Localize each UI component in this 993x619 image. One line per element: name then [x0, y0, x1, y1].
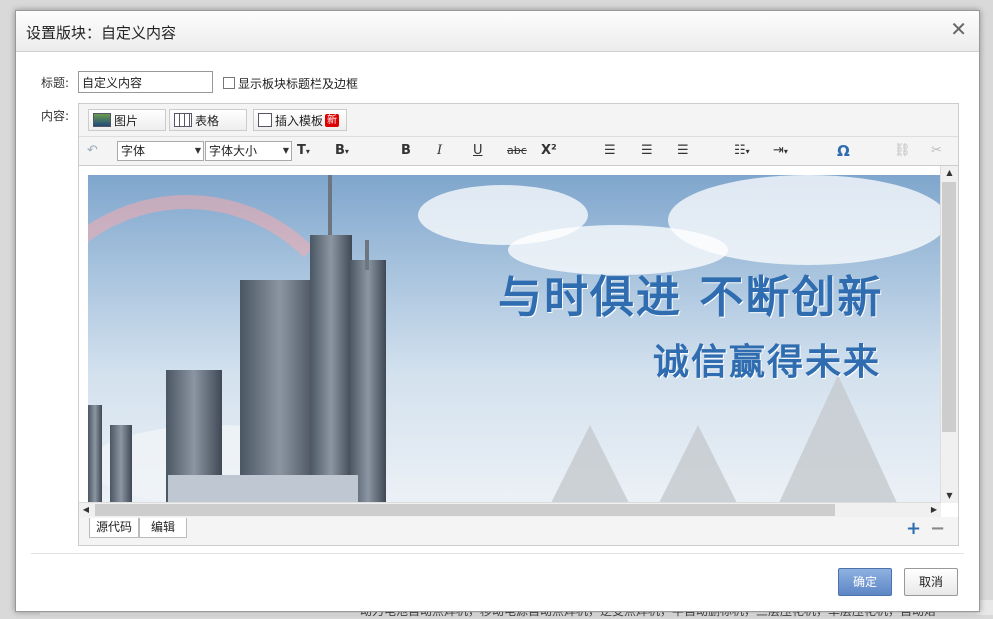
unlink-icon[interactable]: ✂ [931, 141, 942, 161]
building-graphic [110, 425, 132, 505]
insert-table-button[interactable]: 表格 [169, 109, 247, 131]
strikethrough-button[interactable]: abc [507, 141, 527, 161]
align-left-icon[interactable]: ☰ [604, 141, 616, 161]
insert-image-label: 图片 [114, 113, 139, 128]
insert-table-label: 表格 [195, 113, 220, 128]
settings-dialog: 设置版块：自定义内容 ✕ 标题: 显示板块标题栏及边框 内容: 图片 表格 插入… [15, 10, 980, 612]
font-family-value: 字体 [121, 144, 146, 158]
tab-source-code[interactable]: 源代码 [89, 518, 139, 538]
cancel-button[interactable]: 取消 [904, 568, 958, 596]
undo-icon[interactable]: ↶ [87, 141, 98, 161]
banner-slogan-line1: 与时俱进 不断创新 [498, 272, 884, 323]
building-graphic [88, 405, 102, 505]
tower-spire [328, 175, 332, 235]
font-family-select[interactable]: 字体 ▼ [117, 141, 204, 161]
close-icon[interactable]: ✕ [950, 19, 967, 39]
editor-toolbar-format: ↶ 字体 ▼ 字体大小 ▼ T▾ B▾ B I U abc X² ☰ ☰ ☰ ☷… [79, 137, 958, 166]
confirm-button[interactable]: 确定 [838, 568, 892, 596]
podium-graphic [168, 475, 358, 505]
zoom-out-button[interactable]: − [930, 520, 945, 538]
bridge-pylon-graphic [778, 375, 898, 505]
align-right-icon[interactable]: ☰ [677, 141, 689, 161]
insert-template-label: 插入模板 [275, 113, 324, 128]
text-color-icon[interactable]: T▾ [297, 141, 310, 161]
background-color-icon[interactable]: B▾ [335, 141, 349, 161]
special-char-button[interactable]: Ω [837, 141, 850, 161]
underline-button[interactable]: U [473, 141, 483, 161]
rich-text-editor: 图片 表格 插入模板 新 ↶ 字体 ▼ 字体大小 ▼ T▾ B▾ B I U a… [78, 103, 959, 546]
banner-slogan-line2: 诚信赢得未来 [653, 342, 882, 383]
tower-spire [365, 240, 369, 270]
tower-graphic [350, 260, 386, 505]
font-size-value: 字体大小 [209, 144, 258, 158]
tower-graphic [310, 235, 352, 505]
tab-edit[interactable]: 编辑 [139, 518, 187, 538]
bold-button[interactable]: B [401, 141, 411, 161]
new-badge: 新 [325, 113, 340, 127]
chevron-down-icon: ▼ [282, 146, 289, 155]
title-input[interactable] [78, 71, 213, 93]
vertical-scroll-thumb[interactable] [942, 182, 956, 432]
table-icon [174, 113, 192, 127]
banner-image: 与时俱进 不断创新 诚信赢得未来 [88, 175, 941, 505]
template-icon [258, 113, 272, 127]
list-icon[interactable]: ☷▾ [734, 141, 750, 161]
image-icon [93, 113, 111, 127]
italic-button[interactable]: I [437, 141, 442, 161]
insert-template-button[interactable]: 插入模板 新 [253, 109, 347, 131]
chevron-down-icon: ▼ [194, 146, 201, 155]
scroll-right-icon[interactable]: ▶ [927, 503, 941, 517]
show-border-checkbox[interactable] [223, 77, 235, 89]
building-graphic [240, 280, 320, 505]
vertical-scrollbar[interactable]: ▲ ▼ [940, 166, 958, 503]
align-center-icon[interactable]: ☰ [641, 141, 653, 161]
editor-content-area[interactable]: 与时俱进 不断创新 诚信赢得未来 ▲ ▼ ◀ ▶ [79, 166, 958, 517]
superscript-button[interactable]: X² [541, 141, 557, 161]
footer-divider [31, 553, 964, 554]
show-border-label[interactable]: 显示板块标题栏及边框 [238, 75, 358, 92]
dialog-header: 设置版块：自定义内容 ✕ [16, 11, 979, 52]
editor-bottom-bar: 源代码 编辑 + − [79, 518, 958, 545]
font-size-select[interactable]: 字体大小 ▼ [205, 141, 292, 161]
bridge-pylon-graphic [550, 425, 630, 505]
bridge-pylon-graphic [658, 425, 738, 505]
dialog-title: 设置版块：自定义内容 [26, 24, 177, 42]
insert-image-button[interactable]: 图片 [88, 109, 166, 131]
scroll-left-icon[interactable]: ◀ [79, 503, 93, 517]
indent-icon[interactable]: ⇥▾ [773, 141, 788, 161]
content-label: 内容: [41, 109, 70, 123]
scroll-up-icon[interactable]: ▲ [941, 166, 958, 180]
link-icon[interactable]: ⛓ [894, 141, 911, 161]
title-label: 标题: [41, 76, 70, 90]
editor-toolbar-insert: 图片 表格 插入模板 新 [79, 104, 958, 137]
scroll-down-icon[interactable]: ▼ [941, 489, 958, 503]
zoom-in-button[interactable]: + [906, 520, 921, 538]
horizontal-scrollbar[interactable]: ◀ ▶ [79, 502, 941, 517]
horizontal-scroll-thumb[interactable] [95, 504, 835, 516]
